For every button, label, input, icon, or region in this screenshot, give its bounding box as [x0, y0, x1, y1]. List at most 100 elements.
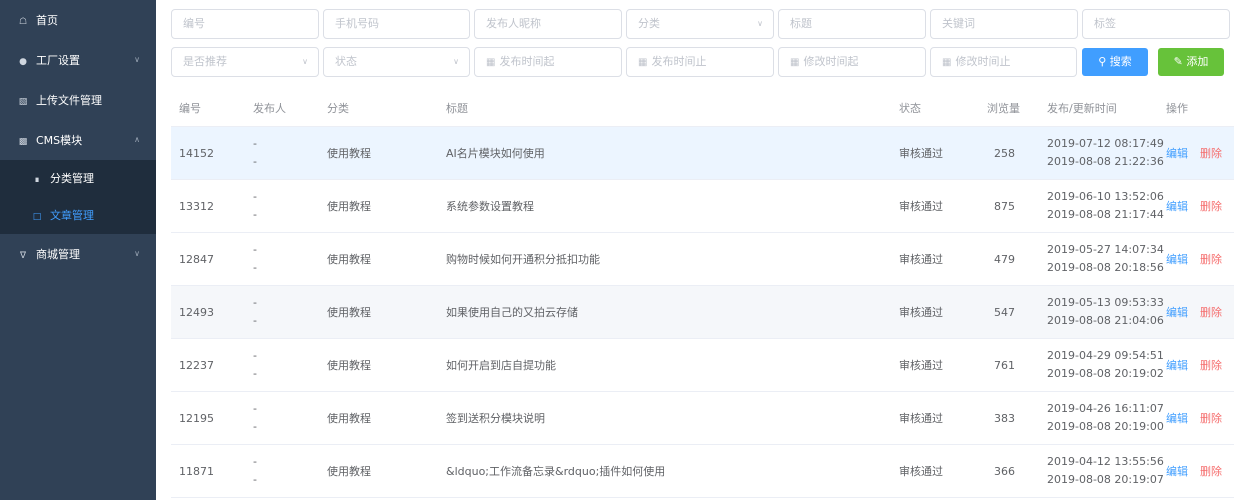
sidebar-item-category-management[interactable]: ∎ 分类管理: [0, 160, 156, 197]
add-button-label: 添加: [1186, 55, 1209, 68]
published-time: 2019-04-29 09:54:51: [1047, 349, 1164, 362]
publish-from-placeholder: 发布时间起: [499, 55, 555, 68]
table-row[interactable]: 13312 -- 使用教程 系统参数设置教程 审核通过 875 2019-06-…: [171, 180, 1234, 233]
sidebar-item-upload-files[interactable]: ▧ 上传文件管理: [0, 80, 156, 120]
edit-icon: ✎: [1173, 55, 1183, 68]
publisher-phone: -: [253, 208, 257, 221]
sidebar-item-label: CMS模块: [36, 134, 83, 147]
tag-input[interactable]: 标签: [1082, 9, 1230, 39]
sidebar-item-cms[interactable]: ▩ CMS模块 ∧: [0, 120, 156, 160]
cell-time: 2019-04-26 16:11:07 2019-08-08 20:19:00: [1047, 392, 1164, 445]
phone-placeholder: 手机号码: [335, 17, 379, 30]
publisher-name: -: [253, 243, 257, 256]
calendar-icon: ▦: [486, 57, 496, 68]
id-placeholder: 编号: [183, 17, 205, 30]
publisher-phone: -: [253, 473, 257, 486]
sidebar-item-label: 工厂设置: [36, 54, 80, 67]
edit-link[interactable]: 编辑: [1166, 359, 1188, 372]
publish-from-picker[interactable]: ▦ 发布时间起: [474, 47, 622, 77]
cell-category: 使用教程: [327, 465, 371, 478]
cell-time: 2019-05-13 09:53:33 2019-08-08 21:04:06: [1047, 286, 1164, 339]
edit-link[interactable]: 编辑: [1166, 253, 1188, 266]
home-icon: ☖: [18, 17, 28, 27]
column-header-publisher: 发布人: [253, 102, 286, 115]
delete-link[interactable]: 删除: [1200, 253, 1222, 266]
chevron-down-icon: ∨: [134, 249, 140, 258]
table-row[interactable]: 12493 -- 使用教程 如果使用自己的又拍云存储 审核通过 547 2019…: [171, 286, 1234, 339]
keyword-placeholder: 关键词: [942, 17, 975, 30]
updated-time: 2019-08-08 21:04:06: [1047, 314, 1164, 327]
published-time: 2019-07-12 08:17:49: [1047, 137, 1164, 150]
updated-time: 2019-08-08 21:17:44: [1047, 208, 1164, 221]
updated-time: 2019-08-08 20:19:02: [1047, 367, 1164, 380]
updated-time: 2019-08-08 20:18:56: [1047, 261, 1164, 274]
table-row[interactable]: 14152 -- 使用教程 AI名片模块如何使用 审核通过 258 2019-0…: [171, 127, 1234, 180]
publisher-name: -: [253, 190, 257, 203]
table-row[interactable]: 12237 -- 使用教程 如何开启到店自提功能 审核通过 761 2019-0…: [171, 339, 1234, 392]
keyword-input[interactable]: 关键词: [930, 9, 1078, 39]
add-button[interactable]: ✎ 添加: [1158, 48, 1224, 76]
table-row[interactable]: 12195 -- 使用教程 签到送积分模块说明 审核通过 383 2019-04…: [171, 392, 1234, 445]
table-row[interactable]: 12847 -- 使用教程 购物时候如何开通积分抵扣功能 审核通过 479 20…: [171, 233, 1234, 286]
cms-icon: ▩: [18, 137, 28, 147]
column-header-views: 浏览量: [987, 102, 1020, 115]
cell-actions: 编辑 删除: [1166, 445, 1222, 498]
grid-icon: ∎: [34, 175, 40, 185]
delete-link[interactable]: 删除: [1200, 412, 1222, 425]
articles-table: 编号 发布人 分类 标题 状态 浏览量 发布/更新时间 操作 14152 -- …: [171, 90, 1234, 498]
sidebar-item-mall[interactable]: ∇ 商城管理 ∨: [0, 234, 156, 274]
delete-link[interactable]: 删除: [1200, 306, 1222, 319]
status-placeholder: 状态: [335, 55, 357, 68]
sidebar-item-home[interactable]: ☖ 首页: [0, 0, 156, 40]
updated-time: 2019-08-08 20:19:07: [1047, 473, 1164, 486]
tag-placeholder: 标签: [1094, 17, 1116, 30]
cell-title: 如何开启到店自提功能: [446, 359, 556, 372]
category-placeholder: 分类: [638, 17, 660, 30]
title-input[interactable]: 标题: [778, 9, 926, 39]
sidebar-item-factory-settings[interactable]: ● 工厂设置 ∨: [0, 40, 156, 80]
cell-id: 12237: [179, 359, 214, 372]
document-icon: □: [32, 212, 42, 222]
publisher-phone: -: [253, 261, 257, 274]
delete-link[interactable]: 删除: [1200, 465, 1222, 478]
cell-title: AI名片模块如何使用: [446, 147, 545, 160]
cell-title: 签到送积分模块说明: [446, 412, 545, 425]
delete-link[interactable]: 删除: [1200, 147, 1222, 160]
column-header-time: 发布/更新时间: [1047, 102, 1117, 115]
status-select[interactable]: 状态 ∨: [323, 47, 470, 77]
delete-link[interactable]: 删除: [1200, 359, 1222, 372]
calendar-icon: ▦: [942, 57, 952, 68]
nickname-input[interactable]: 发布人昵称: [474, 9, 622, 39]
edit-link[interactable]: 编辑: [1166, 147, 1188, 160]
modify-to-picker[interactable]: ▦ 修改时间止: [930, 47, 1077, 77]
recommend-select[interactable]: 是否推荐 ∨: [171, 47, 319, 77]
table-row[interactable]: 11871 -- 使用教程 &ldquo;工作流备忘录&rdquo;插件如何使用…: [171, 445, 1234, 498]
edit-link[interactable]: 编辑: [1166, 306, 1188, 319]
id-input[interactable]: 编号: [171, 9, 319, 39]
delete-link[interactable]: 删除: [1200, 200, 1222, 213]
calendar-icon: ▦: [790, 57, 800, 68]
calendar-icon: ▦: [638, 57, 648, 68]
recommend-placeholder: 是否推荐: [183, 55, 227, 68]
published-time: 2019-04-12 13:55:56: [1047, 455, 1164, 468]
sidebar-item-article-management[interactable]: □ 文章管理: [0, 197, 156, 234]
search-button[interactable]: ⚲ 搜索: [1082, 48, 1148, 76]
publish-to-picker[interactable]: ▦ 发布时间止: [626, 47, 774, 77]
cell-actions: 编辑 删除: [1166, 180, 1222, 233]
cell-title: 如果使用自己的又拍云存储: [446, 306, 578, 319]
cell-status: 审核通过: [899, 147, 943, 160]
sidebar-item-label: 上传文件管理: [36, 94, 102, 107]
modify-to-placeholder: 修改时间止: [955, 55, 1011, 68]
publisher-phone: -: [253, 420, 257, 433]
modify-from-picker[interactable]: ▦ 修改时间起: [778, 47, 926, 77]
edit-link[interactable]: 编辑: [1166, 412, 1188, 425]
cms-submenu: ∎ 分类管理 □ 文章管理: [0, 160, 156, 234]
edit-link[interactable]: 编辑: [1166, 200, 1188, 213]
upload-icon: ▧: [18, 97, 28, 107]
edit-link[interactable]: 编辑: [1166, 465, 1188, 478]
chevron-down-icon: ∨: [134, 55, 140, 64]
cell-title: 系统参数设置教程: [446, 200, 534, 213]
cell-views: 547: [994, 306, 1015, 319]
category-select[interactable]: 分类 ∨: [626, 9, 774, 39]
phone-input[interactable]: 手机号码: [323, 9, 470, 39]
